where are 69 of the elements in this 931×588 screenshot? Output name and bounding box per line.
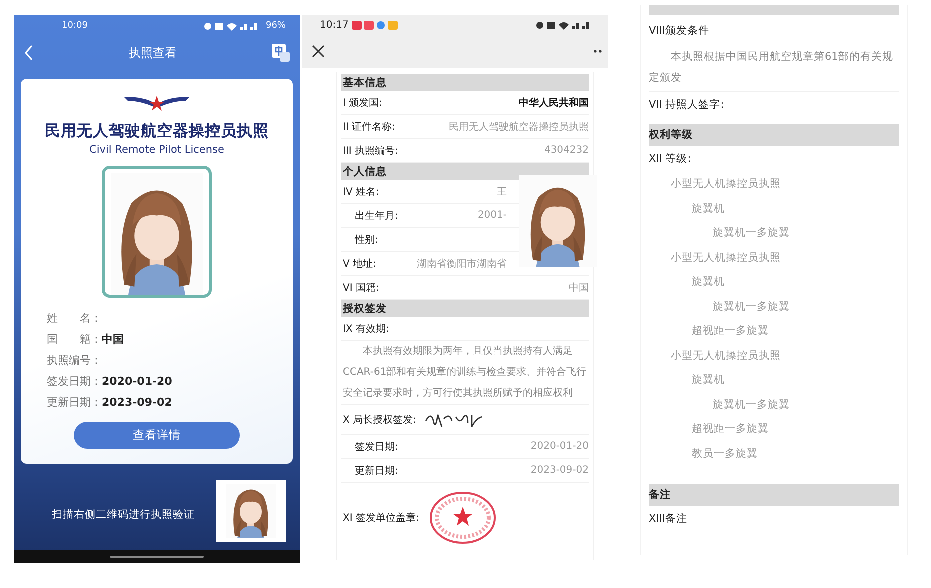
field-label: 执照编号： — [47, 352, 102, 368]
notification-icons-drawing — [352, 20, 398, 30]
grade-item: 超视距一多旋翼 — [691, 422, 770, 438]
section-heading: 基本信息 — [341, 74, 589, 91]
page-title: 执照查看 — [129, 44, 177, 62]
status-time: 10:09 — [62, 21, 88, 31]
home-indicator[interactable] — [110, 556, 204, 558]
grade-item: 超视距一多旋翼 — [691, 324, 770, 340]
validity-text: 本执照有效期限为两年，且仅当执照持有人满足CCAR-61部和有关规章的训练与检查要求、并符合飞行安全记录要求时，方可行使其执照所赋予的相应权利 — [341, 341, 589, 405]
grade-label: XII 等级: — [649, 152, 692, 167]
field-label: 签发日期： — [47, 374, 102, 388]
grade-item: 小型无人机操控员执照 — [670, 348, 782, 364]
row-value: 中国 — [569, 282, 589, 294]
field-value: 中国 — [102, 332, 124, 346]
battery-level: 96% — [266, 21, 286, 31]
grade-item: 小型无人机操控员执照 — [670, 177, 782, 192]
row-label: 签发日期: — [355, 440, 398, 454]
row-value: 2001- — [478, 210, 507, 221]
row-value: 湖南省衡阳市湖南省 — [417, 258, 507, 270]
license-title: 民用无人驾驶航空器操控员执照 — [45, 121, 269, 142]
grade-item: 教员一多旋翼 — [691, 446, 759, 462]
section-heading: 授权签发 — [341, 300, 589, 317]
row-label: III 执照编号: — [343, 144, 398, 158]
grade-item: 旋翼机一多旋翼 — [712, 398, 791, 413]
row-label: X 局长授权签发: — [343, 414, 416, 426]
row-label: VI 国籍: — [343, 282, 380, 294]
row-value: 4304232 — [544, 145, 589, 156]
verify-hint: 扫描右侧二维码进行执照验证 — [52, 508, 195, 522]
grade-item: 小型无人机操控员执照 — [670, 250, 782, 266]
row-value: 2023-09-02 — [530, 465, 589, 476]
grade-item: 旋翼机 — [691, 373, 726, 388]
condition-text: 本执照根据中国民用航空规章第61部的有关规定颁发 — [649, 47, 899, 92]
close-icon[interactable] — [312, 45, 325, 58]
field-label: 姓 名： — [47, 310, 102, 326]
row-label: IV 姓名: — [343, 186, 380, 198]
license-subtitle: Civil Remote Pilot License — [90, 144, 224, 156]
field-value: 2023-09-02 — [102, 396, 172, 408]
status-time: 10:17 — [320, 20, 349, 30]
field-value: 2020-01-20 — [102, 374, 172, 388]
grade-item: 旋翼机一多旋翼 — [712, 226, 791, 242]
row-label: V 地址: — [343, 258, 376, 270]
row-label: 更新日期: — [355, 464, 398, 478]
row-label: I 颁发国: — [343, 96, 382, 110]
row-value: 民用无人驾驶航空器操控员执照 — [449, 120, 589, 134]
row-value: 中华人民共和国 — [519, 96, 589, 110]
view-details-button[interactable]: 查看详情 — [74, 422, 240, 449]
notes-label: XIII备注 — [649, 512, 688, 527]
section-heading: 权利等级 — [649, 124, 899, 146]
condition-title: VIII颁发条件 — [649, 24, 710, 39]
grade-item: 旋翼机一多旋翼 — [712, 300, 791, 315]
field-label: 更新日期： — [47, 394, 102, 410]
more-icon[interactable] — [594, 50, 602, 53]
row-label: IX 有效期: — [343, 322, 390, 336]
grade-item: 旋翼机 — [691, 202, 726, 217]
official-seal-drawing — [429, 491, 498, 545]
row-value: 王 — [497, 186, 507, 198]
row-label: 性别: — [355, 234, 378, 246]
holder-signature-label: VII 持照人签字: — [649, 98, 726, 113]
row-label: 出生年月: — [355, 210, 398, 222]
wings-logo — [124, 95, 190, 113]
translate-icon[interactable] — [272, 44, 290, 62]
grade-item: 旋翼机 — [691, 275, 726, 290]
field-label: 国 籍： — [47, 332, 102, 346]
section-heading: 个人信息 — [341, 163, 589, 180]
section-heading: 备注 — [649, 484, 899, 506]
row-value: 2020-01-20 — [530, 441, 589, 452]
row-label: II 证件名称: — [343, 120, 396, 134]
row-label: XI 签发单位盖章: — [343, 512, 420, 525]
back-icon[interactable] — [24, 45, 34, 61]
